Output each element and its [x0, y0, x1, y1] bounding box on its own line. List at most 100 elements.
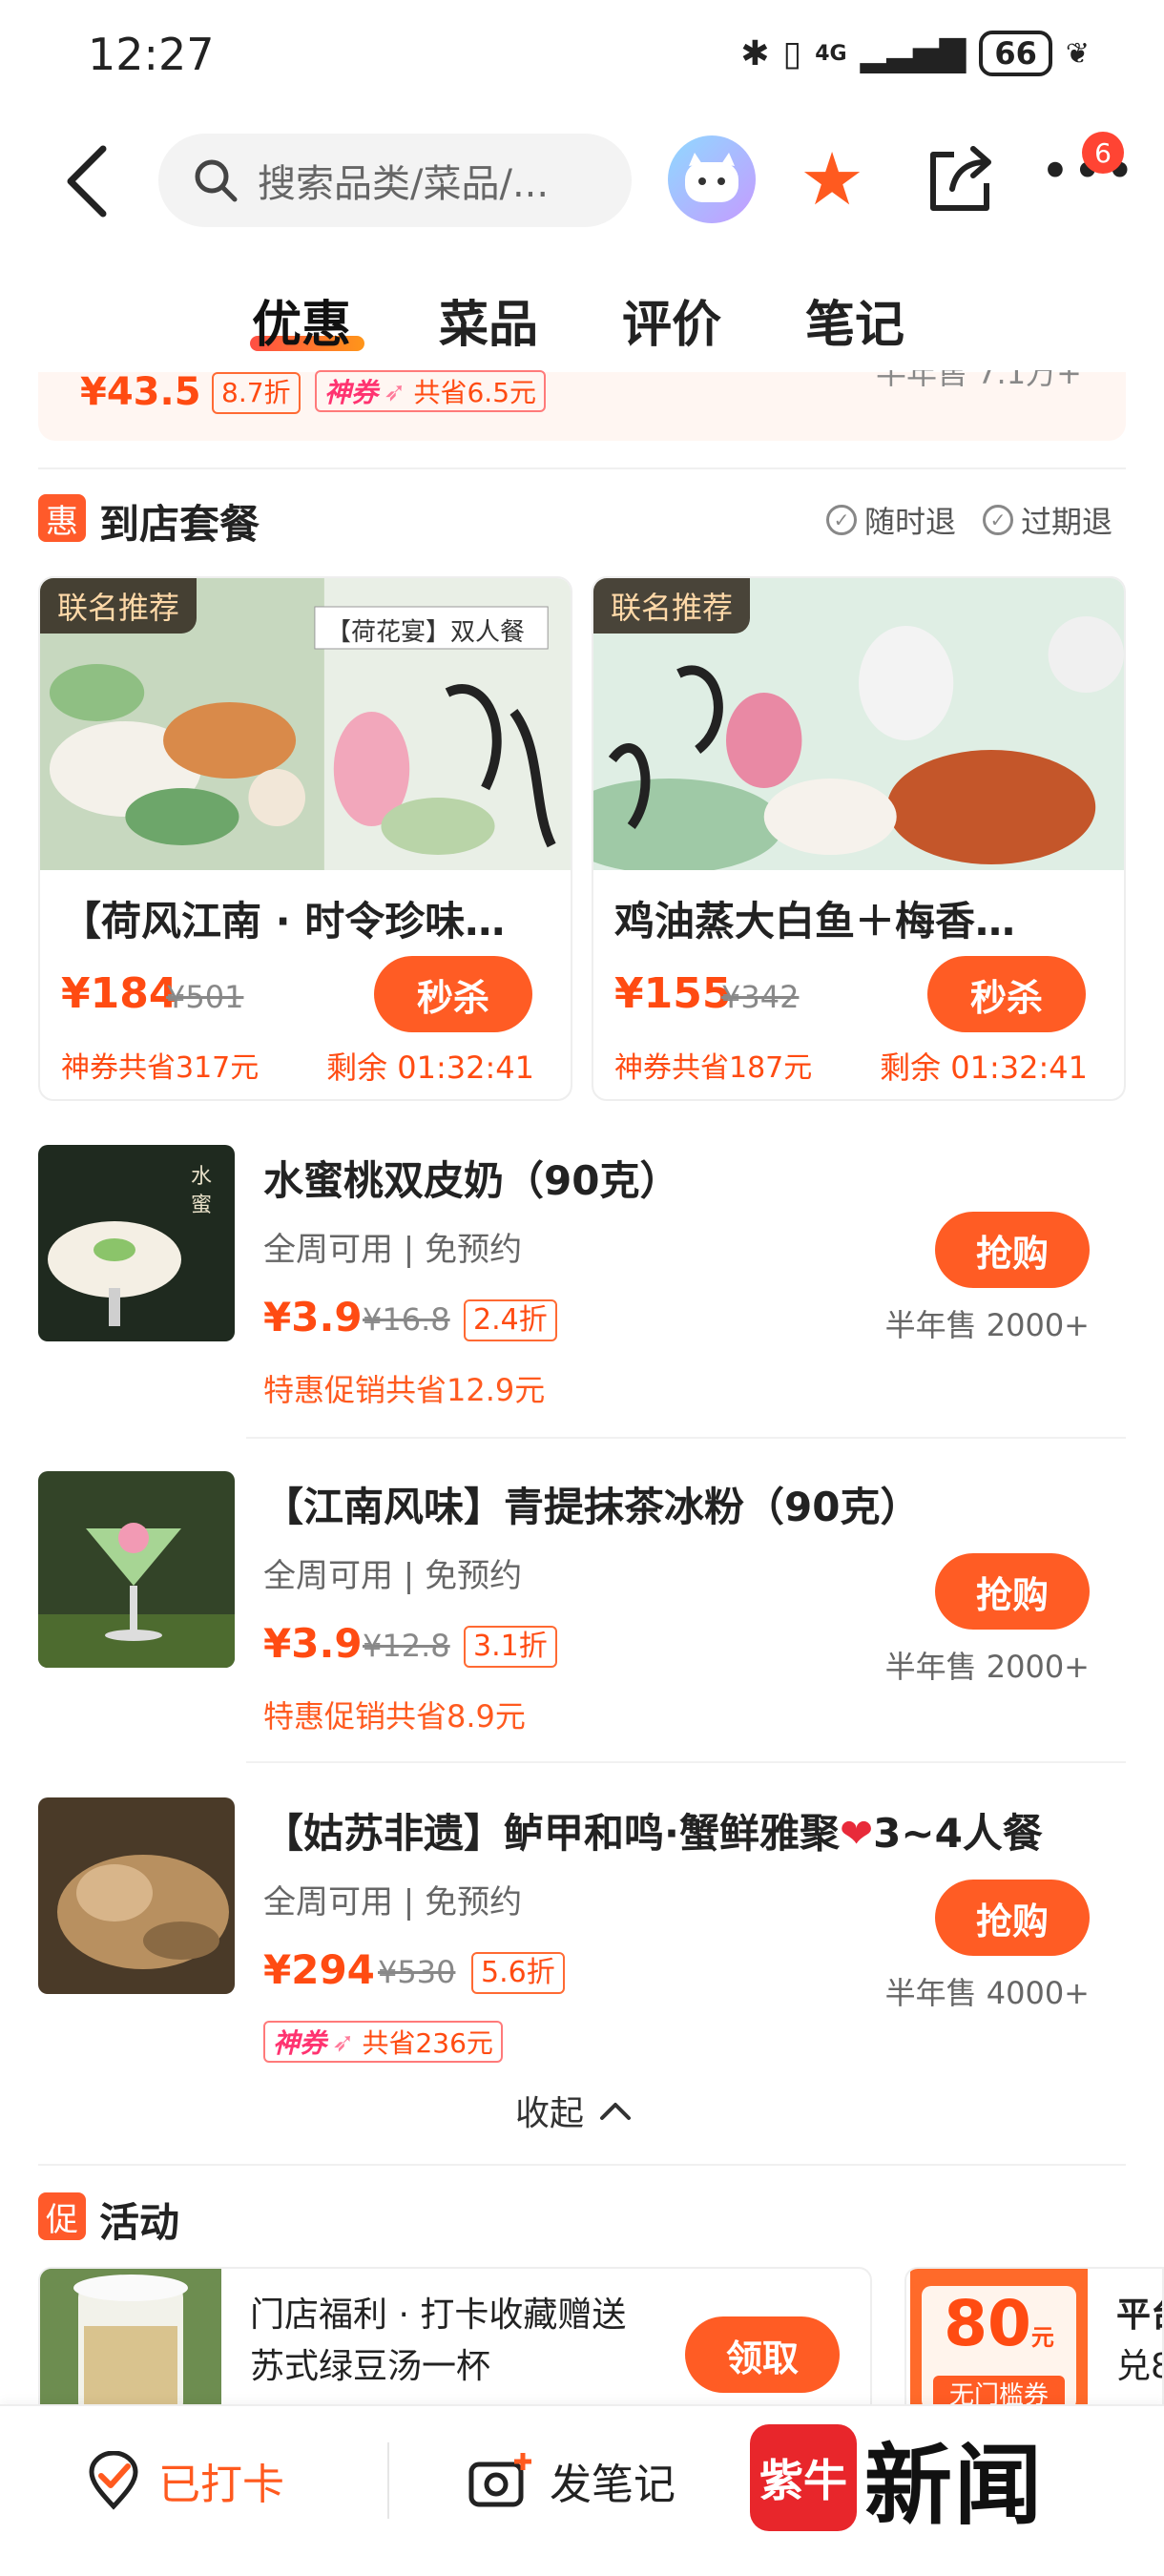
claim-button[interactable]: 领取	[685, 2316, 840, 2393]
coupon-save: 共省6.5元	[413, 377, 537, 408]
activity-section-title: 活动	[99, 2199, 180, 2246]
deal-sold-count: 半年售 4000+	[884, 1975, 1090, 2011]
activity-text: 平台 兑8	[1116, 2290, 1162, 2393]
watermark-text: 新闻	[864, 2433, 1045, 2537]
collapse-button[interactable]: 收起	[515, 2086, 632, 2135]
voucher-unit: 元	[1030, 2324, 1054, 2351]
refund-anytime: ✓ 随时退	[826, 498, 956, 542]
news-watermark: 紫牛 新闻	[750, 2416, 1074, 2540]
deal-sold-count: 半年售 2000+	[884, 1307, 1090, 1343]
combo-section-title: 到店套餐	[99, 501, 260, 548]
voucher-image: 80元 无门槛券	[910, 2269, 1088, 2418]
network-label: 4G	[815, 41, 847, 66]
combo-price: ¥155	[614, 969, 732, 1018]
combo-coupon-save: 神券共省317元	[61, 1051, 260, 1085]
deal-coupon-tag: 神券 ➶ 共省236元	[263, 2021, 503, 2063]
deal-promo: 特惠促销共省12.9元	[263, 1372, 546, 1408]
leaf-icon: ❦	[1065, 36, 1090, 71]
deal-original-price: ¥530	[378, 1954, 456, 1990]
bluetooth-icon: ✱	[740, 33, 770, 73]
partial-price: ¥43.5	[80, 370, 201, 414]
activity-subtitle: 苏式绿豆汤一杯	[250, 2347, 491, 2386]
vibrate-icon: ▯	[782, 33, 802, 73]
deal-original-price: ¥12.8	[363, 1628, 450, 1664]
favorite-star-icon[interactable]: ★	[800, 141, 864, 218]
combo-remaining-time: 剩余 01:32:41	[880, 1049, 1088, 1086]
camera-plus-icon	[468, 2453, 531, 2507]
back-icon[interactable]	[59, 143, 116, 219]
svg-text:水: 水	[191, 1165, 212, 1189]
combo-card[interactable]: 【荷花宴】双人餐 联名推荐 【荷风江南 · 时令珍味… ¥184 ¥501 秒杀…	[38, 576, 572, 1101]
section-divider	[38, 2164, 1126, 2166]
activity-title: 门店福利 · 打卡收藏赠送	[250, 2296, 627, 2335]
tab-notes[interactable]: 笔记	[805, 284, 904, 356]
deal-availability: 全周可用 | 免预约	[263, 1557, 523, 1595]
combo-title: 【荷风江南 · 时令珍味…	[61, 898, 506, 945]
promo-section-icon: 促	[38, 2192, 86, 2240]
refund-anytime-label: 随时退	[864, 504, 957, 540]
combo-original-price: ¥342	[721, 979, 800, 1015]
combo-coupon-save: 神券共省187元	[614, 1051, 813, 1085]
refund-expired-label: 过期退	[1021, 504, 1113, 540]
combo-card[interactable]: 联名推荐 鸡油蒸大白鱼＋梅香… ¥155 ¥342 秒杀 神券共省187元 剩余…	[592, 576, 1126, 1101]
status-icons: ✱ ▯ 4G ▂▃▅▇ 66 ❦	[740, 31, 1090, 76]
search-placeholder: 搜索品类/菜品/...	[258, 162, 550, 206]
checked-in-label: 已打卡	[158, 2461, 284, 2509]
coupon-save: 共省236元	[362, 2027, 493, 2059]
tab-reviews[interactable]: 评价	[622, 284, 721, 356]
deal-image	[38, 1471, 235, 1668]
collapse-label: 收起	[515, 2094, 585, 2133]
flash-sale-button[interactable]: 秒杀	[927, 956, 1086, 1032]
check-icon: ✓	[983, 505, 1013, 535]
signal-icon: ▂▃▅▇	[860, 33, 967, 73]
row-divider	[246, 1761, 1126, 1763]
activity-image	[40, 2269, 221, 2418]
post-note-label: 发笔记	[550, 2461, 676, 2509]
activity-card[interactable]: 80元 无门槛券 平台 兑8	[904, 2267, 1164, 2420]
assistant-mascot-icon[interactable]	[668, 135, 756, 223]
partial-discount: 8.7折	[212, 372, 301, 414]
deal-discount: 3.1折	[464, 1626, 557, 1668]
watermark-logo: 紫牛	[750, 2424, 857, 2531]
checked-in-button[interactable]: 已打卡	[84, 2450, 284, 2511]
check-in-icon	[89, 2451, 138, 2510]
row-divider	[246, 1437, 1126, 1439]
deal-discount: 5.6折	[471, 1952, 565, 1994]
tab-dishes[interactable]: 菜品	[439, 284, 538, 356]
deal-availability: 全周可用 | 免预约	[263, 1231, 523, 1269]
discount-section-icon: 惠	[38, 494, 86, 542]
section-divider	[38, 467, 1126, 469]
deal-promo: 特惠促销共省8.9元	[263, 1698, 526, 1735]
coupon-brand: 神券	[324, 377, 379, 408]
deal-price: ¥3.9	[263, 1620, 363, 1667]
activity-card[interactable]: 门店福利 · 打卡收藏赠送 苏式绿豆汤一杯 领取	[38, 2267, 872, 2420]
activity-text: 门店福利 · 打卡收藏赠送 苏式绿豆汤一杯	[250, 2290, 626, 2393]
combo-original-price: ¥501	[166, 979, 244, 1015]
activity-title: 平台	[1116, 2296, 1162, 2335]
check-icon: ✓	[826, 505, 857, 535]
buy-button[interactable]: 抢购	[935, 1212, 1090, 1288]
flash-sale-button[interactable]: 秒杀	[374, 956, 532, 1032]
combo-remaining-time: 剩余 01:32:41	[326, 1049, 534, 1086]
combo-title: 鸡油蒸大白鱼＋梅香…	[614, 898, 1016, 945]
deal-original-price: ¥16.8	[363, 1301, 450, 1338]
buy-button[interactable]: 抢购	[935, 1880, 1090, 1956]
coupon-arrow-icon: ➶	[332, 2025, 355, 2058]
combo-badge: 联名推荐	[593, 578, 751, 634]
partial-coupon-tag: 神券 ➶ 共省6.5元	[315, 370, 547, 412]
svg-text:蜜: 蜜	[191, 1194, 212, 1217]
deal-title-text: 【姑苏非遗】鲈甲和鸣·蟹鲜雅聚	[263, 1810, 840, 1857]
search-input[interactable]: 搜索品类/菜品/...	[158, 134, 632, 227]
status-time: 12:27	[88, 29, 215, 80]
coupon-arrow-icon: ➶	[384, 375, 406, 407]
deal-image: 水 蜜	[38, 1145, 235, 1341]
deal-title: 【姑苏非遗】鲈甲和鸣·蟹鲜雅聚❤3~4人餐	[263, 1801, 1043, 1859]
deal-discount: 2.4折	[464, 1299, 557, 1341]
combo-badge: 联名推荐	[40, 578, 197, 634]
post-note-button[interactable]: 发笔记	[468, 2450, 676, 2511]
deal-sold-count: 半年售 2000+	[884, 1649, 1090, 1685]
buy-button[interactable]: 抢购	[935, 1553, 1090, 1630]
share-icon[interactable]	[925, 141, 998, 214]
deal-title: 【江南风味】青提抹茶冰粉（90克）	[263, 1484, 921, 1530]
tab-discounts[interactable]: 优惠	[252, 284, 351, 356]
